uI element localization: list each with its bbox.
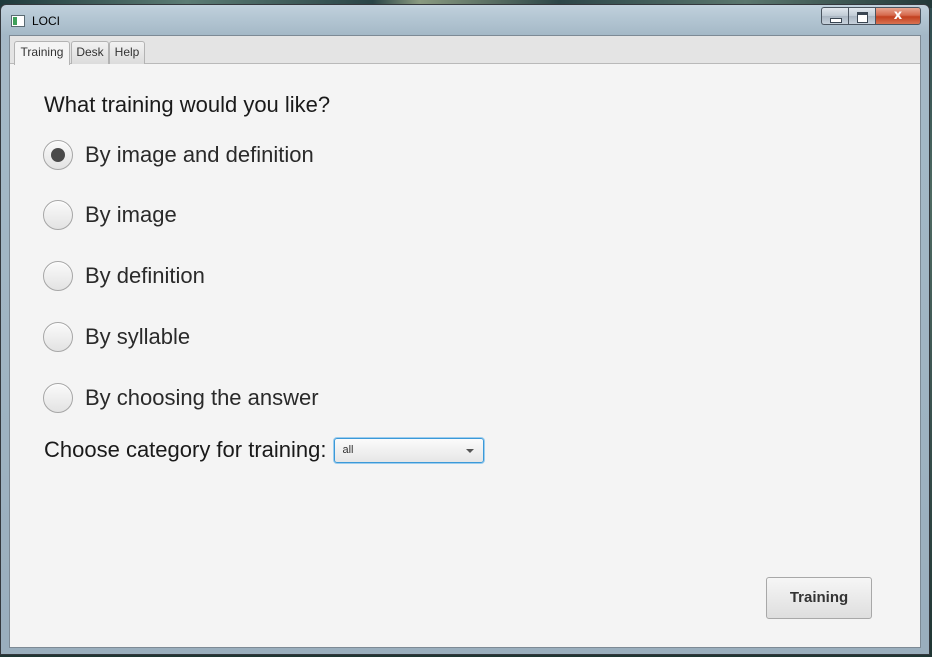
minimize-button[interactable] [821, 7, 848, 25]
training-button[interactable]: Training [766, 577, 872, 619]
option-image-and-definition[interactable]: By image and definition [43, 138, 314, 172]
window-title: LOCI [32, 14, 61, 28]
category-label: Choose category for training: [44, 437, 327, 462]
tab-help[interactable]: Help [109, 41, 145, 64]
radio-button[interactable] [43, 383, 73, 413]
tab-training[interactable]: Training [14, 41, 70, 65]
app-icon [11, 15, 25, 27]
radio-button[interactable] [43, 322, 73, 352]
option-label[interactable]: By syllable [85, 324, 190, 350]
window-controls: x [821, 7, 921, 27]
option-label[interactable]: By image [85, 202, 177, 228]
option-syllable[interactable]: By syllable [43, 320, 190, 354]
tab-bar: Training Desk Help [10, 36, 920, 65]
tab-desk[interactable]: Desk [71, 41, 109, 64]
radio-selected-icon [51, 148, 65, 162]
chevron-down-icon [465, 448, 474, 453]
radio-button[interactable] [43, 200, 73, 230]
radio-button[interactable] [43, 140, 73, 170]
maximize-icon [857, 12, 868, 23]
training-question-heading: What training would you like? [44, 92, 331, 117]
option-definition[interactable]: By definition [43, 259, 205, 293]
tab-desk-label: Desk [76, 45, 104, 59]
close-button[interactable]: x [875, 7, 921, 25]
client-area: Training Desk Help What training would y… [9, 35, 921, 648]
option-image[interactable]: By image [43, 198, 177, 232]
radio-button[interactable] [43, 261, 73, 291]
option-label[interactable]: By image and definition [85, 142, 314, 168]
option-choosing-answer[interactable]: By choosing the answer [43, 381, 319, 415]
category-row: Choose category for training: all [44, 436, 484, 464]
maximize-button[interactable] [848, 7, 875, 25]
app-window: LOCI x Training Desk Help What training … [0, 4, 930, 655]
tab-help-label: Help [114, 45, 140, 59]
close-icon: x [893, 8, 903, 23]
category-select-value: all [342, 443, 354, 456]
title-bar[interactable]: LOCI x [1, 5, 929, 35]
minimize-icon [830, 18, 842, 23]
category-select[interactable]: all [333, 437, 484, 463]
option-label[interactable]: By choosing the answer [85, 385, 319, 411]
option-label[interactable]: By definition [85, 263, 205, 289]
tab-training-label: Training [20, 45, 64, 59]
